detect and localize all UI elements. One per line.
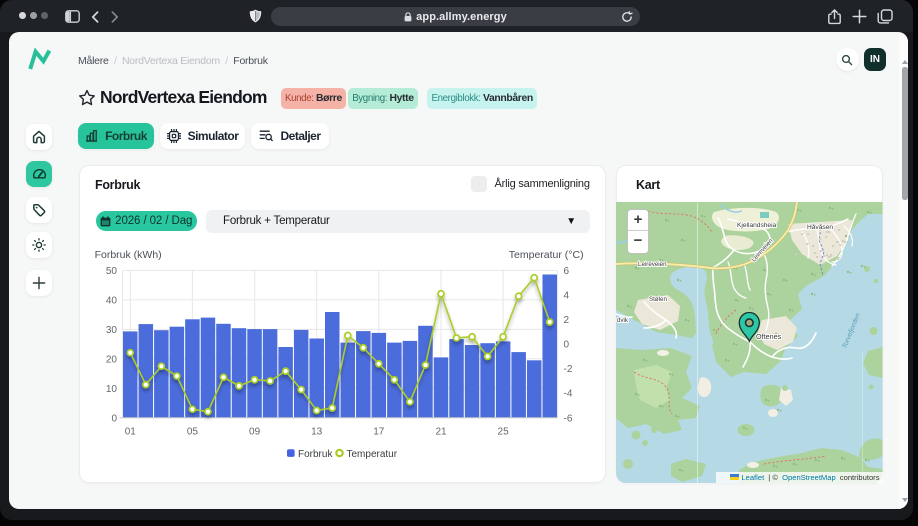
svg-text:25: 25 [498,427,510,438]
svg-text:20: 20 [106,354,118,365]
svg-text:dvik: dvik [617,317,629,324]
svg-text:30: 30 [106,325,118,336]
svg-text:6: 6 [564,266,570,277]
svg-text:01: 01 [125,427,137,438]
svg-text:Forbruk: Forbruk [298,449,333,460]
svg-text:Temperatur: Temperatur [347,449,398,460]
svg-text:09: 09 [249,427,261,438]
svg-text:4: 4 [564,291,570,302]
svg-text:-4: -4 [564,389,573,400]
svg-text:0: 0 [564,340,570,351]
svg-text:2: 2 [564,315,570,326]
svg-text:Temperatur (°C): Temperatur (°C) [509,249,584,261]
svg-text:50: 50 [106,266,118,277]
svg-text:Kjellandsheia: Kjellandsheia [737,222,777,229]
svg-text:13: 13 [311,427,323,438]
svg-text:21: 21 [435,427,447,438]
svg-text:-2: -2 [564,364,573,375]
svg-text:Oftenes: Oftenes [756,332,782,341]
svg-text:10: 10 [106,384,118,395]
svg-text:Håvåsen: Håvåsen [807,223,833,231]
svg-text:-6: -6 [564,413,573,424]
svg-text:0: 0 [111,413,117,424]
svg-text:17: 17 [373,427,385,438]
svg-text:Leireveien: Leireveien [638,261,667,268]
svg-text:Stølen: Stølen [649,296,667,303]
svg-text:05: 05 [187,427,199,438]
svg-text:40: 40 [106,295,118,306]
svg-text:Forbruk (kWh): Forbruk (kWh) [95,249,162,261]
